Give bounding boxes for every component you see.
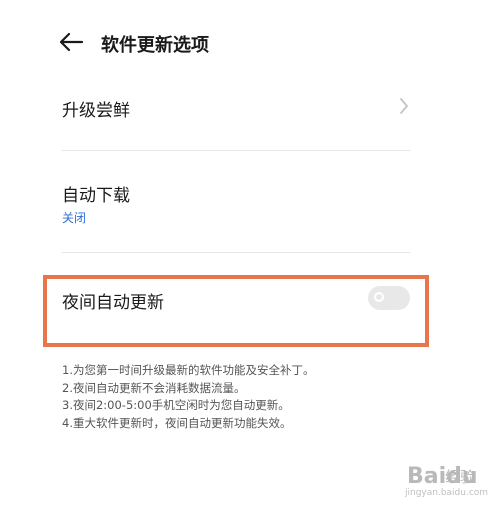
note-line: 3.夜间2:00-5:00手机空闲时为您自动更新。 [62,398,290,412]
arrow-left-icon[interactable] [58,31,84,53]
divider [62,150,410,151]
header: 软件更新选项 [0,24,504,60]
note-line: 4.重大软件更新时，夜间自动更新功能失效。 [62,415,292,430]
row-upgrade-preview-label: 升级尝鲜 [62,101,130,121]
notes: 1.为您第一时间升级最新的软件功能及安全补丁。 2.夜间自动更新不会消耗数据流量… [62,362,314,432]
row-night-update-label: 夜间自动更新 [62,293,164,313]
night-update-toggle[interactable] [368,286,410,310]
divider [62,252,410,253]
note-line: 2.夜间自动更新不会消耗数据流量。 [62,380,246,395]
toggle-knob [374,292,384,302]
chevron-right-icon [400,98,408,114]
watermark-label: 经验 [445,468,476,486]
row-auto-download-label: 自动下载 [62,186,130,206]
watermark-url: jingyan.baidu.com [405,488,489,498]
row-auto-download-value: 关闭 [62,211,87,225]
note-line: 1.为您第一时间升级最新的软件功能及安全补丁。 [62,363,315,377]
baidu-watermark: Baidu 经验 jingyan.baidu.com [387,456,497,506]
page-title: 软件更新选项 [101,35,209,56]
